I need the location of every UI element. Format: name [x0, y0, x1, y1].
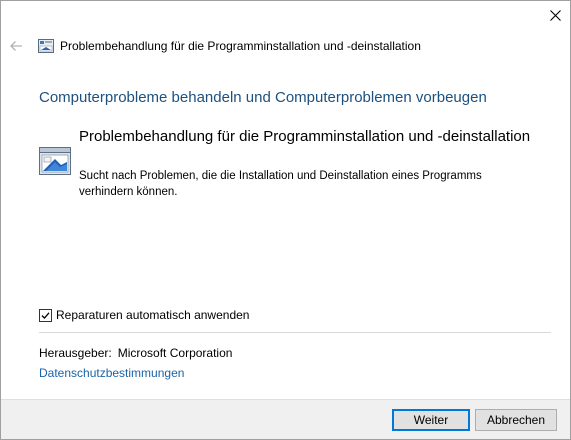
publisher-value: Microsoft Corporation [117, 346, 233, 360]
auto-repair-checkbox[interactable]: Reparaturen automatisch anwenden [39, 307, 249, 323]
program-install-troubleshooter-icon [39, 147, 71, 175]
divider [39, 332, 551, 333]
publisher-info: Herausgeber: Microsoft Corporation [39, 345, 232, 361]
dialog-footer: Weiter Abbrechen [1, 399, 570, 439]
page-heading: Computerprobleme behandeln und Computerp… [39, 89, 487, 106]
next-button[interactable]: Weiter [392, 409, 470, 431]
back-arrow-icon [10, 41, 22, 51]
checkbox-box[interactable] [39, 308, 52, 322]
auto-repair-label[interactable]: Reparaturen automatisch anwenden [56, 307, 249, 323]
cancel-button[interactable]: Abbrechen [475, 409, 557, 431]
troubleshooter-dialog: Problembehandlung für die Programminstal… [0, 0, 571, 440]
back-button[interactable] [7, 37, 25, 55]
publisher-label: Herausgeber: [39, 346, 112, 360]
window-title: Problembehandlung für die Programminstal… [60, 39, 421, 53]
privacy-link[interactable]: Datenschutzbestimmungen [39, 365, 184, 381]
close-icon [550, 9, 561, 21]
troubleshooter-title: Problembehandlung für die Programminstal… [79, 128, 531, 145]
troubleshooter-app-icon [38, 39, 54, 53]
troubleshooter-description: Sucht nach Problemen, die die Installati… [79, 170, 482, 198]
checkmark-icon [41, 311, 50, 319]
close-button[interactable] [541, 1, 570, 29]
